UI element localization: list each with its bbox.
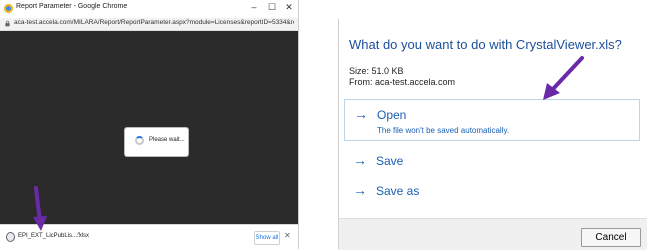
- download-bar: EPI_EXT_LicPubLis....xlsx ^ Show all ✕: [0, 224, 298, 250]
- lock-icon: [5, 20, 10, 27]
- close-download-bar-icon[interactable]: ✕: [284, 231, 291, 240]
- save-option[interactable]: → Save: [344, 149, 640, 173]
- prompt-footer: Cancel: [339, 218, 647, 250]
- download-item[interactable]: EPI_EXT_LicPubLis....xlsx ^: [4, 230, 89, 244]
- maximize-button[interactable]: ☐: [264, 2, 280, 13]
- excel-file-icon: [6, 232, 15, 242]
- address-bar[interactable]: aca-test.accela.com/MILARA/Report/Report…: [0, 18, 298, 31]
- file-source: From: aca-test.accela.com: [349, 77, 456, 87]
- prompt-title: What do you want to do with CrystalViewe…: [349, 37, 622, 52]
- arrow-right-icon: →: [353, 182, 367, 198]
- save-as-option-label: Save as: [376, 184, 420, 198]
- save-option-label: Save: [376, 154, 404, 168]
- open-option[interactable]: → Open The file won't be saved automatic…: [344, 99, 640, 141]
- loading-dialog: Please wait...: [124, 127, 189, 157]
- save-as-option[interactable]: → Save as: [344, 179, 640, 203]
- window-title: Report Parameter - Google Chrome: [16, 3, 128, 10]
- arrow-right-icon: →: [354, 106, 368, 122]
- cancel-button[interactable]: Cancel: [581, 228, 641, 247]
- chevron-up-icon[interactable]: ^: [77, 231, 81, 240]
- chrome-icon: [4, 4, 13, 13]
- chrome-window: Report Parameter - Google Chrome – ☐ ✕ a…: [0, 0, 299, 250]
- minimize-button[interactable]: –: [246, 2, 262, 12]
- close-window-button[interactable]: ✕: [281, 2, 297, 13]
- open-option-description: The file won't be saved automatically.: [377, 126, 510, 135]
- file-size: Size: 51.0 KB: [349, 66, 404, 76]
- url-text[interactable]: aca-test.accela.com/MILARA/Report/Report…: [14, 19, 294, 26]
- download-prompt: What do you want to do with CrystalViewe…: [338, 19, 647, 250]
- show-all-button[interactable]: Show all: [254, 231, 280, 245]
- loading-text: Please wait...: [149, 137, 185, 143]
- report-page: Please wait...: [0, 31, 298, 224]
- title-bar: Report Parameter - Google Chrome – ☐ ✕: [0, 0, 298, 19]
- spinner-icon: [135, 136, 144, 145]
- open-option-label: Open: [377, 108, 407, 122]
- arrow-right-icon: →: [353, 152, 367, 168]
